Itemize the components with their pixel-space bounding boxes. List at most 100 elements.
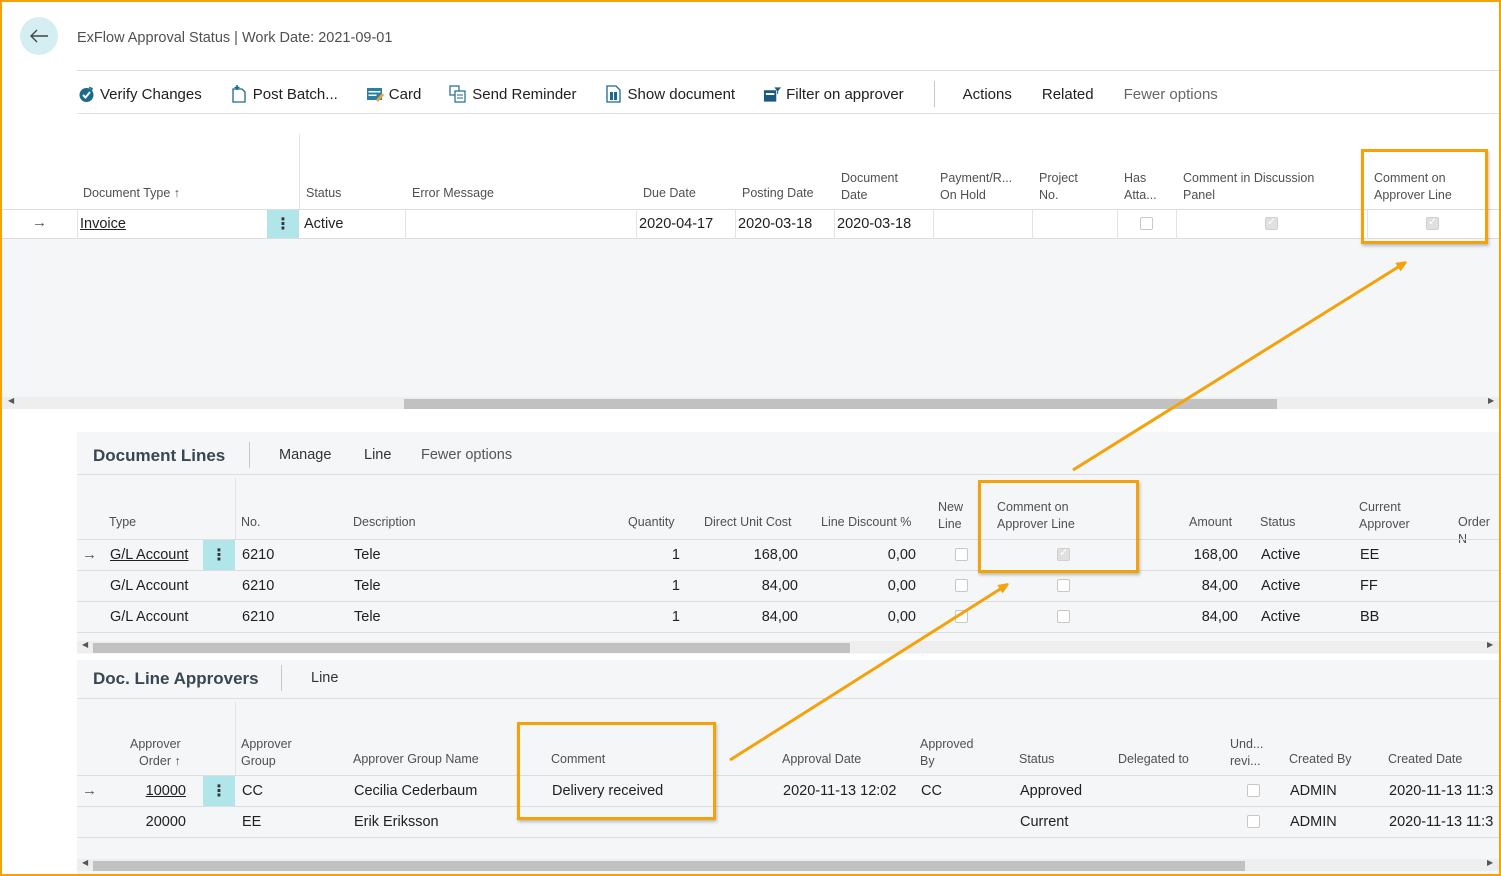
no-cell[interactable]: 6210: [242, 609, 274, 625]
comment-approver-line-checkbox[interactable]: [1057, 546, 1070, 561]
direct-unit-cost-cell[interactable]: 84,00: [700, 609, 798, 625]
column-header-created-date[interactable]: Created Date: [1388, 751, 1462, 768]
column-header-status[interactable]: Status: [306, 185, 341, 202]
approver-group-name-cell[interactable]: Erik Eriksson: [354, 814, 439, 830]
approval-date-cell[interactable]: 2020-11-13 12:02: [783, 783, 896, 799]
column-header-status[interactable]: Status: [1260, 514, 1295, 531]
description-cell[interactable]: Tele: [354, 547, 381, 563]
fewer-options-button[interactable]: Fewer options: [1124, 86, 1218, 103]
amount-cell[interactable]: 84,00: [1160, 578, 1238, 594]
type-cell[interactable]: G/L Account: [110, 547, 188, 563]
created-by-cell[interactable]: ADMIN: [1290, 814, 1337, 830]
line-discount-cell[interactable]: 0,00: [820, 578, 916, 594]
scroll-left-icon[interactable]: ◀: [8, 396, 14, 405]
horizontal-scrollbar[interactable]: ◀ ▶: [2, 396, 1499, 409]
column-header-project-no[interactable]: Project No.: [1039, 170, 1078, 204]
comment-cell[interactable]: Delivery received: [552, 783, 663, 799]
quantity-cell[interactable]: 1: [620, 547, 680, 563]
column-header-approver-group[interactable]: Approver Group: [241, 736, 292, 770]
show-document-button[interactable]: Show document: [605, 85, 735, 103]
approver-group-cell[interactable]: CC: [242, 783, 263, 799]
due-date-cell[interactable]: 2020-04-17: [639, 216, 713, 232]
column-header-quantity[interactable]: Quantity: [628, 514, 675, 531]
line-discount-cell[interactable]: 0,00: [820, 547, 916, 563]
column-header-amount[interactable]: Amount: [1189, 514, 1232, 531]
status-cell[interactable]: Active: [1261, 609, 1301, 625]
scroll-right-icon[interactable]: ▶: [1487, 858, 1493, 867]
amount-cell[interactable]: 84,00: [1160, 609, 1238, 625]
created-by-cell[interactable]: ADMIN: [1290, 783, 1337, 799]
column-header-payment-on-hold[interactable]: Payment/R... On Hold: [940, 170, 1012, 204]
actions-menu[interactable]: Actions: [963, 86, 1012, 103]
column-header-due-date[interactable]: Due Date: [643, 185, 696, 202]
filter-on-approver-button[interactable]: Filter on approver: [763, 85, 904, 103]
no-cell[interactable]: 6210: [242, 578, 274, 594]
comment-approver-line-checkbox[interactable]: [1057, 579, 1070, 592]
column-header-comment-approver-line[interactable]: Comment on Approver Line: [997, 499, 1075, 533]
quantity-cell[interactable]: 1: [620, 578, 680, 594]
fewer-options-button[interactable]: Fewer options: [421, 447, 512, 463]
amount-cell[interactable]: 168,00: [1160, 547, 1238, 563]
scroll-left-icon[interactable]: ◀: [82, 858, 88, 867]
column-header-direct-unit-cost[interactable]: Direct Unit Cost: [704, 514, 792, 531]
comment-approver-line-checkbox[interactable]: [1426, 215, 1439, 230]
column-header-type[interactable]: Type: [109, 514, 136, 531]
new-line-checkbox[interactable]: [955, 548, 968, 561]
scrollbar-thumb[interactable]: [93, 643, 850, 653]
post-batch-button[interactable]: Post Batch...: [230, 85, 338, 103]
comment-approver-line-checkbox[interactable]: [1057, 610, 1070, 623]
column-header-approver-order[interactable]: Approver Order ↑: [130, 736, 181, 770]
card-button[interactable]: Card: [366, 85, 421, 103]
description-cell[interactable]: Tele: [354, 578, 381, 594]
line-menu[interactable]: Line: [311, 670, 338, 686]
column-header-comment-discussion-panel[interactable]: Comment in Discussion Panel: [1183, 170, 1314, 204]
current-approver-cell[interactable]: EE: [1360, 547, 1379, 563]
direct-unit-cost-cell[interactable]: 168,00: [700, 547, 798, 563]
posting-date-cell[interactable]: 2020-03-18: [738, 216, 812, 232]
horizontal-scrollbar[interactable]: ◀ ▶: [77, 640, 1501, 653]
current-approver-cell[interactable]: BB: [1360, 609, 1379, 625]
column-header-order-no[interactable]: Order N: [1458, 514, 1501, 548]
approved-by-cell[interactable]: CC: [921, 783, 942, 799]
column-header-approval-date[interactable]: Approval Date: [782, 751, 861, 768]
column-header-delegated-to[interactable]: Delegated to: [1118, 751, 1189, 768]
column-header-no[interactable]: No.: [241, 514, 260, 531]
status-cell[interactable]: Active: [1261, 578, 1301, 594]
status-cell[interactable]: Approved: [1020, 783, 1082, 799]
column-header-error-message[interactable]: Error Message: [412, 185, 494, 202]
approver-group-cell[interactable]: EE: [242, 814, 261, 830]
status-cell[interactable]: Active: [1261, 547, 1301, 563]
comment-discussion-panel-checkbox[interactable]: [1265, 215, 1278, 230]
created-date-cell[interactable]: 2020-11-13 11:3: [1389, 814, 1493, 830]
scrollbar-thumb[interactable]: [93, 861, 1245, 871]
manage-menu[interactable]: Manage: [279, 447, 331, 463]
column-header-created-by[interactable]: Created By: [1289, 751, 1352, 768]
column-header-comment-approver-line[interactable]: Comment on Approver Line: [1374, 170, 1452, 204]
row-actions-menu-icon[interactable]: ⋮: [203, 540, 235, 570]
send-reminder-button[interactable]: Send Reminder: [449, 85, 577, 103]
type-cell[interactable]: G/L Account: [110, 609, 188, 625]
document-date-cell[interactable]: 2020-03-18: [837, 216, 911, 232]
column-header-has-attachment[interactable]: Has Atta...: [1124, 170, 1157, 204]
created-date-cell[interactable]: 2020-11-13 11:3: [1389, 783, 1493, 799]
current-approver-cell[interactable]: FF: [1360, 578, 1378, 594]
under-review-checkbox[interactable]: [1247, 815, 1260, 828]
approver-group-name-cell[interactable]: Cecilia Cederbaum: [354, 783, 477, 799]
column-header-current-approver[interactable]: Current Approver: [1359, 499, 1410, 533]
verify-changes-button[interactable]: Verify Changes: [77, 85, 202, 103]
scrollbar-thumb[interactable]: [404, 399, 1277, 409]
direct-unit-cost-cell[interactable]: 84,00: [700, 578, 798, 594]
new-line-checkbox[interactable]: [955, 610, 968, 623]
type-cell[interactable]: G/L Account: [110, 578, 188, 594]
row-actions-menu-icon[interactable]: ⋮: [267, 210, 299, 238]
no-cell[interactable]: 6210: [242, 547, 274, 563]
column-header-status[interactable]: Status: [1019, 751, 1054, 768]
under-review-checkbox[interactable]: [1247, 784, 1260, 797]
description-cell[interactable]: Tele: [354, 609, 381, 625]
approver-order-cell[interactable]: 10000: [120, 783, 186, 799]
horizontal-scrollbar[interactable]: ◀ ▶: [77, 858, 1501, 871]
new-line-checkbox[interactable]: [955, 579, 968, 592]
quantity-cell[interactable]: 1: [620, 609, 680, 625]
column-header-document-date[interactable]: Document Date: [841, 170, 898, 204]
status-cell[interactable]: Active: [304, 216, 344, 232]
